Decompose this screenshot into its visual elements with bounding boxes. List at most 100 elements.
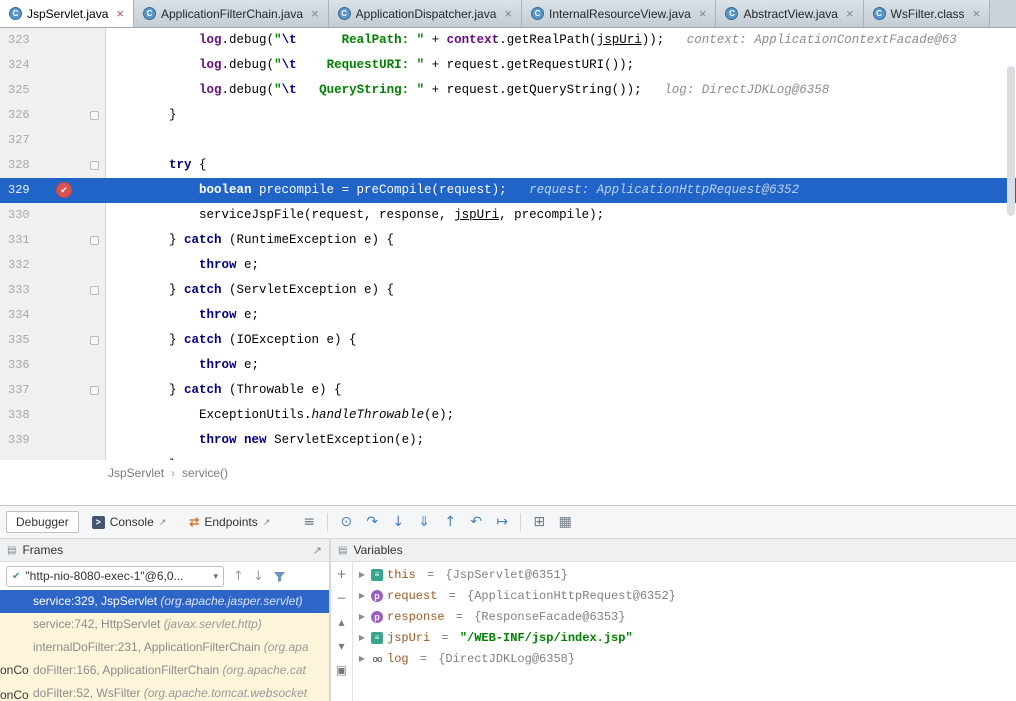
layout-settings-icon[interactable]: ▦ [553, 511, 577, 533]
debug-tab-console[interactable]: >Console↗ [82, 511, 177, 533]
breadcrumb-item-method[interactable]: service() [182, 466, 228, 480]
fold-marker-icon[interactable] [90, 386, 99, 395]
tab-label: ApplicationFilterChain.java [161, 7, 303, 21]
hide-library-frames-filter-icon[interactable] [273, 570, 286, 583]
variable-name: request [387, 589, 437, 603]
variable-row[interactable]: ▶presponse = {ResponseFacade@6353} [353, 606, 1016, 627]
add-watch-icon[interactable]: + [336, 567, 346, 581]
evaluate-expression-icon[interactable]: ⊞ [527, 511, 551, 533]
code-line[interactable]: 325 log.debug("\t QueryString: " + reque… [0, 78, 1016, 103]
code-line[interactable]: 339 throw new ServletException(e); [0, 428, 1016, 453]
editor-debug-splitter[interactable] [0, 486, 1016, 505]
previous-frame-icon[interactable]: ↑ [233, 569, 244, 584]
close-tab-icon[interactable]: × [504, 7, 512, 20]
variable-name: jspUri [387, 631, 430, 645]
expand-arrow-icon[interactable]: ▶ [357, 591, 367, 600]
stack-frame-row[interactable]: internalDoFilter:231, ApplicationFilterC… [0, 636, 329, 659]
stack-frame-row[interactable]: doFilter:166, ApplicationFilterChain (or… [0, 659, 329, 682]
close-tab-icon[interactable]: × [311, 7, 319, 20]
code-line[interactable]: 336 throw e; [0, 353, 1016, 378]
fold-marker-icon[interactable] [90, 236, 99, 245]
editor-tab[interactable]: CWsFilter.class× [864, 0, 991, 27]
frames-float-icon[interactable]: ↗ [313, 544, 322, 557]
close-tab-icon[interactable]: × [846, 7, 854, 20]
expand-arrow-icon[interactable]: ▶ [357, 612, 367, 621]
variable-row[interactable]: ▶≡this = {JspServlet@6351} [353, 564, 1016, 585]
code-line[interactable]: 338 ExceptionUtils.handleThrowable(e); [0, 403, 1016, 428]
editor-gutter: 333 [0, 278, 106, 303]
expand-arrow-icon[interactable]: ▶ [357, 654, 367, 663]
equals-sign: = [420, 568, 442, 582]
variable-row[interactable]: ▶≡jspUri = "/WEB-INF/jsp/index.jsp" [353, 627, 1016, 648]
step-over-icon[interactable]: ↷ [360, 511, 384, 533]
fold-marker-icon[interactable] [90, 286, 99, 295]
editor-gutter: 325 [0, 78, 106, 103]
line-number: 331 [8, 228, 30, 253]
move-watch-up-icon[interactable]: ▴ [338, 615, 344, 629]
code-line[interactable]: 327 [0, 128, 1016, 153]
code-line[interactable]: 329✔ boolean precompile = preCompile(req… [0, 178, 1016, 203]
force-step-into-icon[interactable]: ⇓ [412, 511, 436, 533]
code-line[interactable]: 326 } [0, 103, 1016, 128]
code-text: } catch (Throwable e) { [106, 378, 1016, 403]
line-number: 340 [8, 453, 30, 460]
expand-arrow-icon[interactable]: ▶ [357, 570, 367, 579]
show-execution-point-icon[interactable]: ⊙ [334, 511, 358, 533]
code-line[interactable]: 332 throw e; [0, 253, 1016, 278]
layout-menu-icon[interactable]: ≡ [297, 511, 321, 533]
drop-frame-icon[interactable]: ↶ [464, 511, 488, 533]
editor-tab[interactable]: CJspServlet.java× [0, 0, 134, 27]
step-into-icon[interactable]: ↓ [386, 511, 410, 533]
breadcrumb-item-class[interactable]: JspServlet [108, 466, 164, 480]
variable-row[interactable]: ▶oolog = {DirectJDKLog@6358} [353, 648, 1016, 669]
run-to-cursor-icon[interactable]: ↦ [490, 511, 514, 533]
expand-arrow-icon[interactable]: ▶ [357, 633, 367, 642]
parameter-icon: p [371, 611, 383, 623]
editor-gutter: 331 [0, 228, 106, 253]
code-line[interactable]: 331 } catch (RuntimeException e) { [0, 228, 1016, 253]
debug-tab-label: Console [110, 515, 154, 529]
debug-tab-debugger[interactable]: Debugger [6, 511, 79, 533]
thread-selector[interactable]: ✔ "http-nio-8080-exec-1"@6,0... ▾ [6, 566, 224, 587]
editor-tab[interactable]: CInternalResourceView.java× [522, 0, 716, 27]
next-frame-icon[interactable]: ↓ [253, 569, 264, 584]
code-line[interactable]: 333 } catch (ServletException e) { [0, 278, 1016, 303]
editor-scrollbar-thumb[interactable] [1007, 66, 1015, 216]
breakpoint-icon[interactable]: ✔ [56, 182, 72, 198]
code-line[interactable]: 330 serviceJspFile(request, response, js… [0, 203, 1016, 228]
fold-marker-icon[interactable] [90, 336, 99, 345]
editor-tab[interactable]: CApplicationFilterChain.java× [134, 0, 329, 27]
code-line[interactable]: 324 log.debug("\t RequestURI: " + reques… [0, 53, 1016, 78]
code-line[interactable]: 334 throw e; [0, 303, 1016, 328]
code-editor[interactable]: 323 log.debug("\t RealPath: " + context.… [0, 28, 1016, 460]
editor-scrollbar[interactable] [1006, 28, 1016, 460]
debug-tab-endpoints[interactable]: ⇄Endpoints↗ [179, 511, 280, 533]
close-tab-icon[interactable]: × [116, 7, 124, 20]
duplicate-watch-icon[interactable]: ▣ [336, 663, 347, 677]
code-line[interactable]: 335 } catch (IOException e) { [0, 328, 1016, 353]
fold-marker-icon[interactable] [90, 161, 99, 170]
variable-row[interactable]: ▶prequest = {ApplicationHttpRequest@6352… [353, 585, 1016, 606]
code-line[interactable]: 328 try { [0, 153, 1016, 178]
code-line[interactable]: 337 } catch (Throwable e) { [0, 378, 1016, 403]
step-out-icon[interactable]: ↑ [438, 511, 462, 533]
editor-tab[interactable]: CAbstractView.java× [716, 0, 863, 27]
clipped-text-fragment: onCo [0, 663, 29, 677]
breadcrumb-separator: › [171, 466, 175, 480]
stack-frame-row[interactable]: doFilter:52, WsFilter (org.apache.tomcat… [0, 682, 329, 701]
line-number: 324 [8, 53, 30, 78]
frame-location: service:329, JspServlet [33, 594, 160, 608]
move-watch-down-icon[interactable]: ▾ [338, 639, 344, 653]
fold-marker-icon[interactable] [90, 111, 99, 120]
code-line[interactable]: 340 } [0, 453, 1016, 460]
stack-frame-row[interactable]: service:742, HttpServlet (javax.servlet.… [0, 613, 329, 636]
code-line[interactable]: 323 log.debug("\t RealPath: " + context.… [0, 28, 1016, 53]
editor-tab[interactable]: CApplicationDispatcher.java× [329, 0, 522, 27]
endpoints-icon: ⇄ [189, 515, 199, 529]
close-tab-icon[interactable]: × [973, 7, 981, 20]
debug-tab-label: Endpoints [204, 515, 257, 529]
remove-watch-icon[interactable]: − [336, 591, 346, 605]
close-tab-icon[interactable]: × [699, 7, 707, 20]
stack-frame-row[interactable]: service:329, JspServlet (org.apache.jasp… [0, 590, 329, 613]
frame-location: doFilter:52, WsFilter [33, 686, 144, 700]
